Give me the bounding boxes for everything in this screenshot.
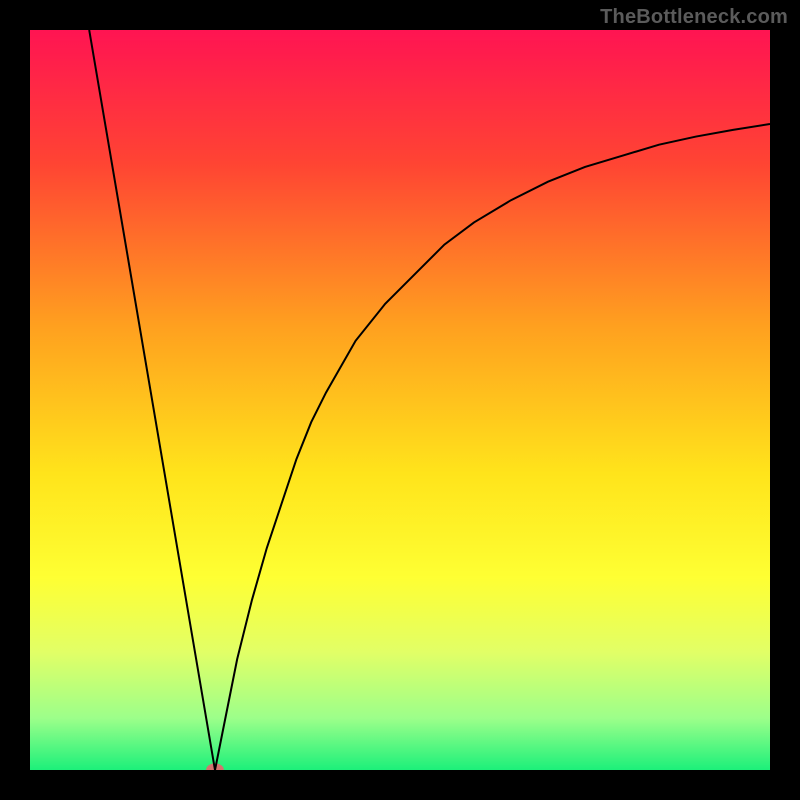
curve-right — [215, 124, 770, 770]
curve-left — [89, 30, 215, 770]
curve-overlay — [30, 30, 770, 770]
chart-frame: TheBottleneck.com — [0, 0, 800, 800]
watermark-label: TheBottleneck.com — [600, 6, 788, 29]
plot-area — [30, 30, 770, 770]
